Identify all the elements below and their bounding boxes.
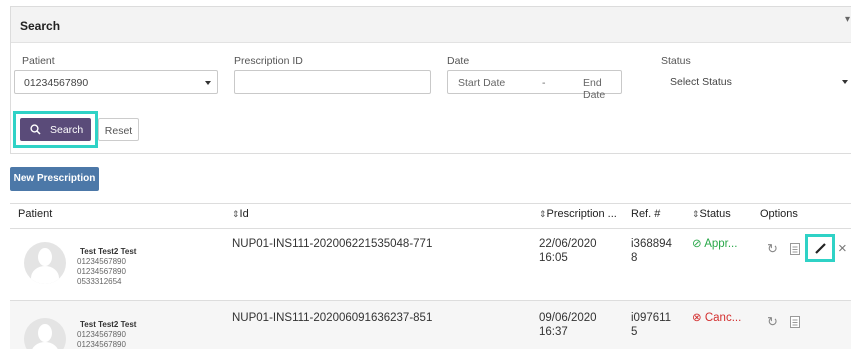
patient-name: Test Test2 Test — [80, 247, 137, 256]
document-icon[interactable] — [790, 316, 800, 328]
patient-select[interactable]: 01234567890 — [14, 70, 218, 94]
patient-phone: 01234567890 — [77, 340, 126, 349]
search-button[interactable]: Search — [20, 118, 91, 141]
prescription-id: NUP01-INS111-202006091636237-851 — [232, 312, 433, 324]
column-header-patient: Patient — [18, 208, 53, 220]
chevron-down-icon — [205, 81, 211, 85]
patient-phone: 01234567890 — [77, 267, 126, 276]
column-header-status-label: Status — [699, 208, 731, 220]
patient-label: Patient — [22, 55, 55, 67]
edit-button-highlight[interactable] — [805, 234, 835, 262]
document-icon[interactable] — [790, 243, 800, 255]
user-avatar-icon — [24, 242, 66, 284]
prescription-id-input[interactable] — [234, 70, 431, 94]
prescription-id: NUP01-INS111-202006221535048-771 — [232, 238, 433, 250]
column-header-id-label: Id — [239, 208, 249, 220]
ref-number-cont: 8 — [631, 252, 638, 264]
patient-phone: 01234567890 — [77, 257, 126, 266]
x-circle-icon: ⊗ — [692, 312, 702, 324]
status-select[interactable]: Select Status — [661, 70, 851, 94]
column-header-ref: Ref. # — [631, 208, 661, 220]
reset-button[interactable]: Reset — [98, 118, 139, 141]
search-button-label: Search — [50, 124, 84, 136]
column-header-prescription-date[interactable]: ⇕Prescription ... — [539, 208, 617, 220]
start-date-field[interactable]: Start Date — [458, 77, 505, 89]
refresh-icon[interactable]: ↻ — [767, 314, 778, 330]
date-label: Date — [447, 55, 470, 67]
status-select-value: Select Status — [670, 76, 732, 88]
end-date-field[interactable]: End Date — [583, 77, 621, 101]
close-icon[interactable]: × — [838, 240, 847, 257]
column-header-status[interactable]: ⇕Status — [692, 208, 731, 220]
status-label: Status — [661, 55, 691, 67]
sort-icon: ⇕ — [232, 209, 240, 219]
date-separator: - — [542, 77, 546, 89]
column-header-options: Options — [760, 208, 798, 220]
prescription-date: 22/06/2020 — [539, 238, 597, 250]
patient-phone: 0533312654 — [77, 277, 122, 286]
new-prescription-button[interactable]: New Prescription — [10, 167, 99, 191]
ref-number: i368894 — [631, 238, 672, 250]
sort-icon: ⇕ — [692, 209, 700, 219]
pencil-icon — [815, 243, 826, 254]
status-badge: ⊘ Appr... — [692, 237, 737, 251]
check-circle-icon: ⊘ — [692, 238, 702, 250]
column-header-id[interactable]: ⇕Id — [232, 208, 249, 220]
prescription-date: 09/06/2020 — [539, 312, 597, 324]
table-top-border — [10, 203, 851, 204]
status-badge: ⊗ Canc... — [692, 311, 741, 325]
ref-number-cont: 5 — [631, 326, 638, 338]
column-header-prescription-date-label: Prescription ... — [546, 208, 617, 220]
prescription-time: 16:05 — [539, 252, 568, 264]
status-text: Appr... — [704, 238, 738, 250]
collapse-icon[interactable]: ▾ — [845, 14, 850, 25]
patient-select-value: 01234567890 — [24, 77, 89, 89]
patient-name: Test Test2 Test — [80, 320, 137, 329]
prescription-time: 16:37 — [539, 326, 568, 338]
refresh-icon[interactable]: ↻ — [767, 241, 778, 257]
date-range-input[interactable]: Start Date - End Date — [447, 70, 622, 101]
ref-number: i097611 — [631, 312, 672, 324]
status-text: Canc... — [704, 312, 742, 324]
prescription-id-label: Prescription ID — [234, 55, 303, 67]
patient-phone: 01234567890 — [77, 330, 126, 339]
chevron-down-icon — [842, 80, 848, 84]
search-icon — [30, 124, 41, 135]
sort-icon: ⇕ — [539, 209, 547, 219]
search-panel-title: Search — [11, 7, 851, 43]
